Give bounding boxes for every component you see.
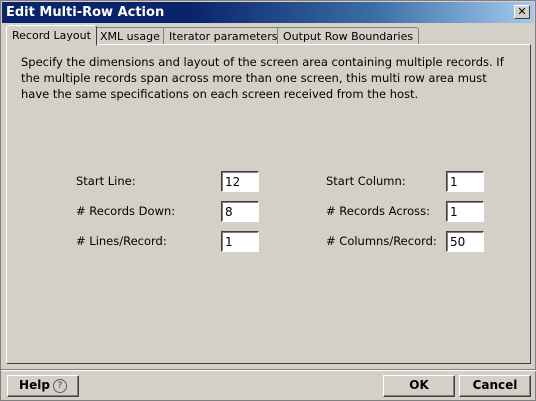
- title-bar[interactable]: Edit Multi-Row Action ✕: [2, 2, 534, 23]
- description-text: Specify the dimensions and layout of the…: [21, 55, 504, 101]
- close-icon: ✕: [517, 5, 527, 18]
- footer-divider: [1, 369, 536, 371]
- start-column-input[interactable]: 1: [446, 171, 484, 192]
- help-button[interactable]: Help?: [7, 375, 79, 397]
- tab-xml-usage[interactable]: XML usage: [94, 27, 166, 44]
- tab-record-layout[interactable]: Record Layout: [6, 25, 97, 46]
- records-across-input[interactable]: 1: [446, 201, 484, 222]
- lines-per-record-label: # Lines/Record:: [76, 234, 167, 248]
- tab-output-row-boundaries[interactable]: Output Row Boundaries: [277, 27, 420, 44]
- ok-button[interactable]: OK: [383, 375, 455, 397]
- cancel-button[interactable]: Cancel: [459, 375, 531, 397]
- help-button-label: Help: [19, 378, 50, 392]
- dialog-window: Edit Multi-Row Action ✕ Record Layout XM…: [0, 0, 536, 401]
- close-button[interactable]: ✕: [514, 5, 530, 19]
- records-down-input[interactable]: 8: [221, 201, 259, 222]
- start-column-label: Start Column:: [326, 174, 406, 188]
- tab-iterator-parameters[interactable]: Iterator parameters: [163, 27, 284, 44]
- columns-per-record-label: # Columns/Record:: [326, 234, 437, 248]
- columns-per-record-input[interactable]: 50: [446, 231, 484, 252]
- start-line-input[interactable]: 12: [221, 171, 259, 192]
- start-line-label: Start Line:: [76, 174, 136, 188]
- records-down-label: # Records Down:: [76, 204, 176, 218]
- lines-per-record-input[interactable]: 1: [221, 231, 259, 252]
- help-icon: ?: [52, 378, 67, 393]
- records-across-label: # Records Across:: [326, 204, 431, 218]
- window-title: Edit Multi-Row Action: [6, 5, 165, 20]
